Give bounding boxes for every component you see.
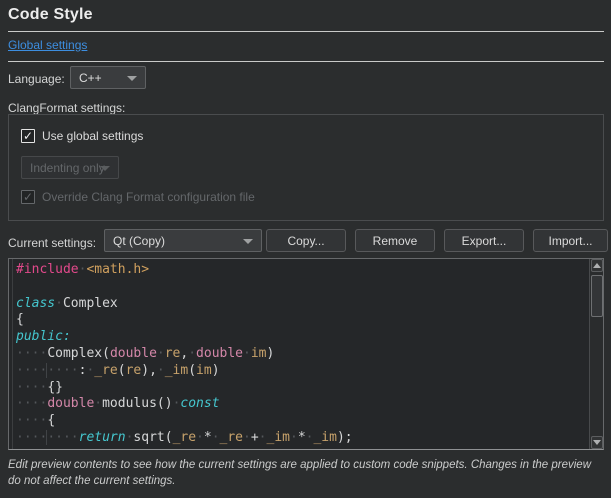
title-divider bbox=[8, 31, 604, 32]
global-settings-link[interactable]: Global settings bbox=[8, 38, 87, 52]
chevron-down-icon bbox=[243, 239, 253, 244]
use-global-settings-label: Use global settings bbox=[42, 129, 143, 143]
code-line: ····{ bbox=[16, 413, 587, 430]
language-select-value: C++ bbox=[79, 71, 102, 85]
checkbox-checked-icon: ✓ bbox=[21, 190, 35, 204]
triangle-down-icon bbox=[593, 440, 601, 445]
use-global-settings-checkbox[interactable]: ✓ Use global settings bbox=[21, 129, 143, 143]
copy-button[interactable]: Copy... bbox=[266, 229, 346, 252]
link-divider bbox=[8, 61, 604, 62]
triangle-up-icon bbox=[593, 263, 601, 268]
code-line: class·Complex bbox=[16, 296, 587, 313]
clangformat-settings-label: ClangFormat settings: bbox=[8, 101, 125, 115]
code-line: ····double·modulus()·const bbox=[16, 396, 587, 413]
code-content[interactable]: #include·<math.h>class·Complex{public:··… bbox=[16, 262, 587, 447]
code-line: ········return·sqrt(_re·*·_re·+·_im·*·_i… bbox=[16, 430, 587, 447]
current-settings-label: Current settings: bbox=[8, 236, 96, 250]
clangformat-mode-select: Indenting only bbox=[21, 156, 119, 179]
code-style-settings-page: Code Style Global settings Language: C++… bbox=[0, 0, 611, 498]
export-button[interactable]: Export... bbox=[444, 229, 524, 252]
code-line: #include·<math.h> bbox=[16, 262, 587, 279]
import-button[interactable]: Import... bbox=[533, 229, 608, 252]
code-line: ····Complex(double·re,·double·im) bbox=[16, 346, 587, 363]
scroll-up-button[interactable] bbox=[591, 259, 603, 272]
language-label: Language: bbox=[8, 72, 65, 86]
chevron-down-icon bbox=[100, 166, 110, 171]
current-settings-value: Qt (Copy) bbox=[113, 234, 165, 248]
code-preview-editor[interactable]: #include·<math.h>class·Complex{public:··… bbox=[8, 258, 604, 450]
chevron-down-icon bbox=[127, 76, 137, 81]
override-config-checkbox: ✓ Override Clang Format configuration fi… bbox=[21, 190, 255, 204]
current-settings-select[interactable]: Qt (Copy) bbox=[104, 229, 262, 252]
language-select[interactable]: C++ bbox=[70, 66, 146, 89]
remove-button[interactable]: Remove bbox=[355, 229, 435, 252]
scroll-down-button[interactable] bbox=[591, 436, 603, 449]
vertical-scrollbar[interactable] bbox=[589, 259, 603, 449]
override-config-label: Override Clang Format configuration file bbox=[42, 190, 255, 204]
editor-margin-line bbox=[12, 259, 13, 449]
page-title: Code Style bbox=[8, 6, 93, 24]
code-line: { bbox=[16, 312, 587, 329]
code-line bbox=[16, 279, 587, 296]
code-line: ····{} bbox=[16, 380, 587, 397]
checkbox-checked-icon[interactable]: ✓ bbox=[21, 129, 35, 143]
footer-hint-text: Edit preview contents to see how the cur… bbox=[8, 457, 606, 490]
code-line: ········:·_re(re),·_im(im) bbox=[16, 363, 587, 380]
code-line: public: bbox=[16, 329, 587, 346]
clangformat-mode-value: Indenting only bbox=[30, 161, 105, 175]
scrollbar-thumb[interactable] bbox=[591, 275, 603, 317]
